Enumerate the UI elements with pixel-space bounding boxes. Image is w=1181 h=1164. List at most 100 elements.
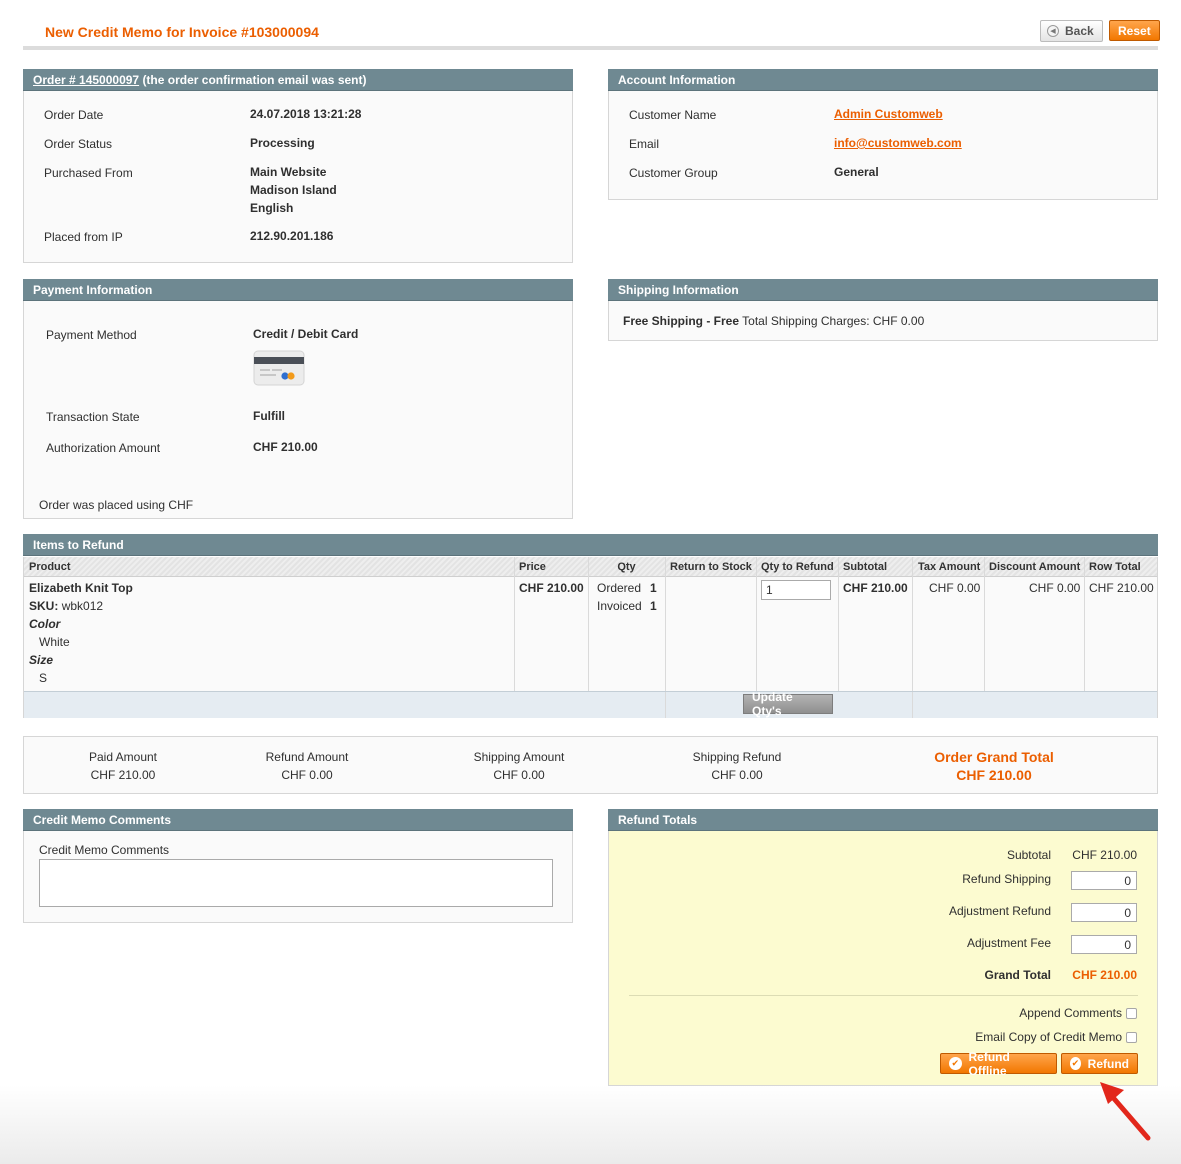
back-arrow-icon: ◀ <box>1047 25 1059 37</box>
rt-grand-total-label: Grand Total <box>984 968 1051 982</box>
rt-subtotal-value: CHF 210.00 <box>1072 848 1137 862</box>
qty-ordered-label: Ordered <box>597 581 642 595</box>
order-header-note: (the order confirmation email was sent) <box>142 73 367 87</box>
col-divider <box>838 557 839 691</box>
col-discount-amount: Discount Amount <box>989 561 1081 573</box>
col-divider <box>756 557 757 691</box>
payment-panel-header: Payment Information <box>23 279 573 301</box>
paid-amount: Paid Amount CHF 210.00 <box>63 748 183 784</box>
adjustment-refund-input[interactable] <box>1071 903 1137 922</box>
credit-memo-comments-textarea[interactable] <box>39 859 553 907</box>
order-grand-total-label: Order Grand Total <box>934 749 1054 765</box>
refund-shipping-input[interactable] <box>1071 871 1137 890</box>
title-divider <box>23 46 1158 50</box>
customer-name-label: Customer Name <box>629 108 717 122</box>
refund-button[interactable]: ✔ Refund <box>1061 1053 1138 1074</box>
shipping-info-line: Free Shipping - Free Total Shipping Char… <box>623 314 924 328</box>
email-link[interactable]: info@customweb.com <box>834 134 962 152</box>
order-totals-summary: Paid Amount CHF 210.00 Refund Amount CHF… <box>23 736 1158 794</box>
item-tax-amount: CHF 0.00 <box>929 581 981 595</box>
items-table-header: Product Price Qty Return to Stock Qty to… <box>24 557 1157 577</box>
update-qty-button[interactable]: Update Qty's <box>743 690 833 718</box>
qty-to-refund-input[interactable] <box>761 580 831 600</box>
email-label: Email <box>629 137 660 151</box>
shipping-panel-header: Shipping Information <box>608 279 1158 301</box>
order-panel-header: Order # 145000097 (the order confirmatio… <box>23 69 573 91</box>
product-name: Elizabeth Knit Top <box>29 581 133 595</box>
order-date-value: 24.07.2018 13:21:28 <box>250 107 362 121</box>
adjustment-fee-input[interactable] <box>1071 935 1137 954</box>
shipping-method: Free Shipping - Free <box>623 314 740 328</box>
item-price: CHF 210.00 <box>519 581 584 595</box>
transaction-state-label: Transaction State <box>46 410 140 424</box>
col-divider <box>912 692 913 718</box>
sku-value: wbk012 <box>61 599 104 613</box>
reset-button[interactable]: Reset <box>1109 20 1160 41</box>
customer-name-link[interactable]: Admin Customweb <box>834 105 943 123</box>
col-price: Price <box>519 561 546 573</box>
account-panel-body: Customer Name Admin Customweb Email info… <box>608 91 1158 200</box>
payment-method-value: Credit / Debit Card <box>253 327 359 341</box>
col-tax-amount: Tax Amount <box>918 561 981 573</box>
qty-invoiced-value: 1 <box>650 599 657 613</box>
rt-grand-total-value: CHF 210.00 <box>1072 968 1137 982</box>
customer-group-label: Customer Group <box>629 166 718 180</box>
col-divider <box>984 557 985 691</box>
purchased-from-label: Purchased From <box>44 166 133 180</box>
shipping-charges: Total Shipping Charges: CHF 0.00 <box>742 314 925 328</box>
account-panel-header: Account Information <box>608 69 1158 91</box>
order-currency-note: Order was placed using CHF <box>39 498 194 512</box>
order-status-label: Order Status <box>44 137 113 151</box>
email-copy-checkbox[interactable] <box>1126 1032 1137 1043</box>
col-row-total: Row Total <box>1089 561 1141 573</box>
col-product: Product <box>29 561 71 573</box>
col-qty-to-refund: Qty to Refund <box>761 561 834 573</box>
payment-panel: Payment Information Payment Method Credi… <box>23 279 573 519</box>
items-table-footer <box>24 691 1157 718</box>
back-button[interactable]: ◀ Back <box>1040 20 1103 42</box>
comments-field-label: Credit Memo Comments <box>39 843 170 857</box>
append-comments-checkbox[interactable] <box>1126 1008 1137 1019</box>
adjustment-refund-label: Adjustment Refund <box>948 904 1051 918</box>
order-number-link[interactable]: Order # 145000097 <box>33 73 139 87</box>
shipping-refund-value: CHF 0.00 <box>711 768 763 782</box>
purchased-from-store: Madison Island <box>250 183 337 197</box>
option-color-value: White <box>39 635 70 649</box>
refund-totals-header: Refund Totals <box>608 809 1158 831</box>
shipping-panel-body: Free Shipping - Free Total Shipping Char… <box>608 301 1158 341</box>
item-row-total: CHF 210.00 <box>1089 581 1154 595</box>
purchased-from-website: Main Website <box>250 165 327 179</box>
shipping-panel: Shipping Information Free Shipping - Fre… <box>608 279 1158 341</box>
product-sku: SKU: wbk012 <box>29 597 103 615</box>
purchased-from-view: English <box>250 201 294 215</box>
paid-amount-value: CHF 210.00 <box>90 768 156 782</box>
check-circle-icon: ✔ <box>949 1057 962 1070</box>
customer-group-value: General <box>834 165 879 179</box>
refund-shipping-label: Refund Shipping <box>962 872 1051 886</box>
adjustment-fee-label: Adjustment Fee <box>966 936 1051 950</box>
refund-totals-panel: Refund Totals Subtotal CHF 210.00 Refund… <box>608 809 1158 1086</box>
refund-totals-divider <box>629 995 1138 996</box>
order-grand-total-value: CHF 210.00 <box>956 767 1032 783</box>
col-divider <box>665 692 666 718</box>
refund-offline-label: Refund Offline <box>968 1049 1010 1078</box>
authorization-amount-label: Authorization Amount <box>46 441 161 455</box>
placed-ip-value: 212.90.201.186 <box>250 229 334 243</box>
col-return-to-stock: Return to Stock <box>670 561 752 573</box>
item-subtotal: CHF 210.00 <box>843 581 908 595</box>
items-panel-header: Items to Refund <box>23 534 1158 556</box>
append-comments-label: Append Comments <box>1019 1006 1122 1020</box>
page-title: New Credit Memo for Invoice #103000094 <box>45 24 319 40</box>
comments-panel-header: Credit Memo Comments <box>23 809 573 831</box>
col-qty: Qty <box>617 561 636 573</box>
refund-offline-button[interactable]: ✔ Refund Offline <box>940 1050 1057 1078</box>
refund-totals-body: Subtotal CHF 210.00 Refund Shipping Adju… <box>608 831 1158 1086</box>
option-size-label: Size <box>29 653 54 667</box>
col-divider <box>514 557 515 691</box>
qty-invoiced-label: Invoiced <box>597 599 642 613</box>
items-table: Product Price Qty Return to Stock Qty to… <box>23 557 1158 718</box>
option-size-value: S <box>39 671 48 685</box>
refund-amount-value: CHF 0.00 <box>281 768 333 782</box>
refund-amount-label: Refund Amount <box>265 750 349 764</box>
col-divider <box>588 557 589 691</box>
